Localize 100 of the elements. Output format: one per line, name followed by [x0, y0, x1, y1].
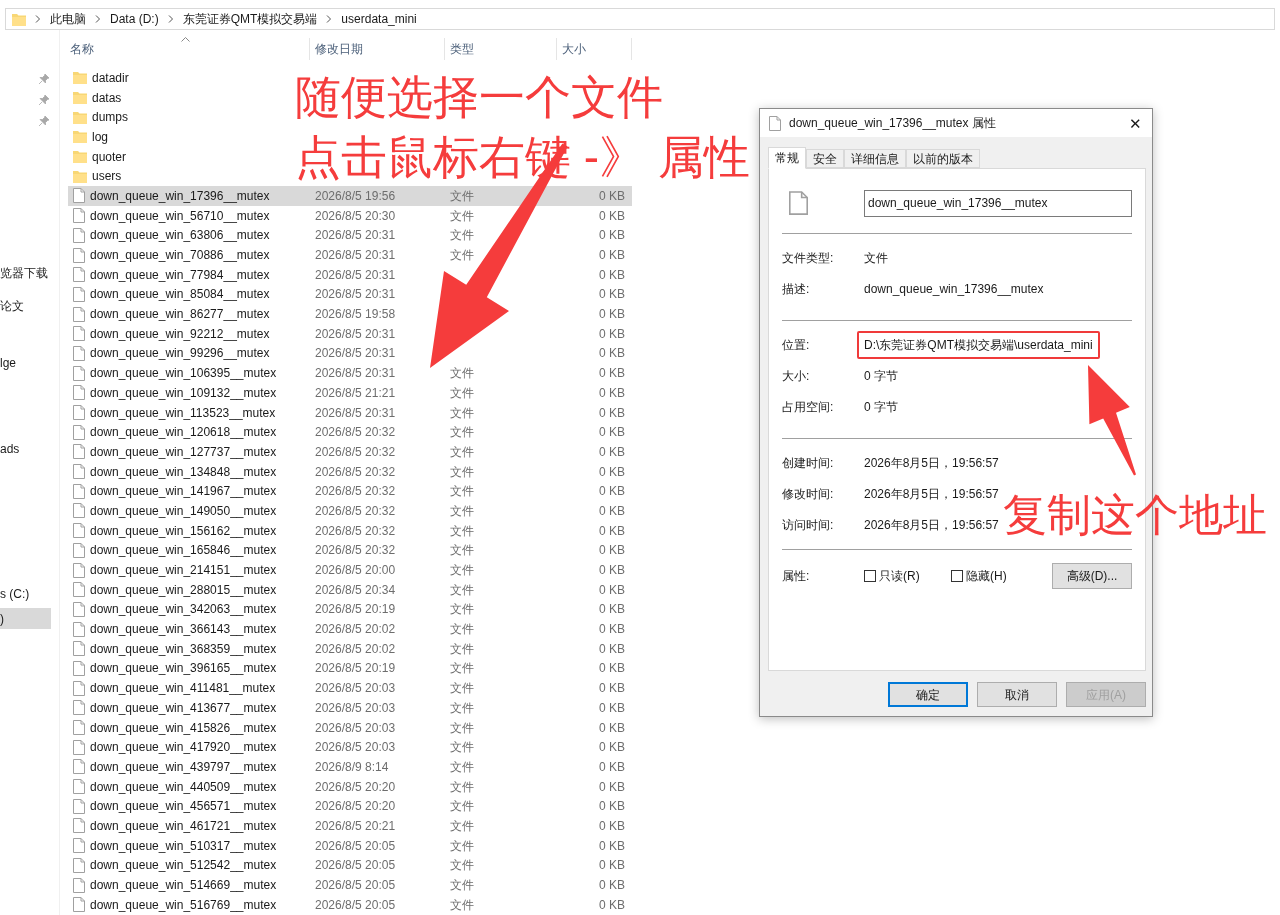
tab[interactable]: 详细信息	[844, 149, 906, 168]
file-row[interactable]: down_queue_win_440509__mutex 2026/8/5 20:20 文件 0 KB	[68, 776, 632, 797]
file-row[interactable]: dumps	[68, 107, 288, 128]
dialog-button[interactable]: 确定	[888, 682, 968, 707]
file-row[interactable]: down_queue_win_17396__mutex 2026/8/5 19:56 文件 0 KB	[68, 186, 632, 206]
file-row[interactable]: down_queue_win_99296__mutex 2026/8/5 20:31 0 KB	[68, 343, 632, 364]
file-type: 文件	[450, 681, 474, 696]
file-icon	[73, 227, 85, 243]
file-icon	[73, 582, 85, 598]
file-row[interactable]: down_queue_win_516769__mutex 2026/8/5 20:05 文件 0 KB	[68, 894, 632, 915]
checkbox[interactable]	[864, 569, 876, 582]
file-row[interactable]: down_queue_win_134848__mutex 2026/8/5 20:32 文件 0 KB	[68, 461, 632, 482]
file-name-field[interactable]: down_queue_win_17396__mutex	[864, 189, 1132, 217]
file-name: down_queue_win_214151__mutex	[90, 562, 277, 580]
file-name: down_queue_win_342063__mutex	[90, 601, 277, 619]
file-row[interactable]: log	[68, 127, 288, 147]
file-type: 文件	[450, 582, 474, 597]
file-row[interactable]: down_queue_win_63806__mutex 2026/8/5 20:31 文件 0 KB	[68, 225, 632, 246]
folder-icon	[73, 169, 87, 183]
sidebar-item[interactable]: s (C:)	[0, 583, 51, 604]
file-type: 文件	[450, 799, 474, 814]
pin-icon[interactable]	[39, 95, 49, 105]
file-row[interactable]: down_queue_win_86277__mutex 2026/8/5 19:58 0 KB	[68, 304, 632, 324]
sidebar-item[interactable]: 览器下载	[0, 262, 51, 283]
file-row[interactable]: down_queue_win_415826__mutex 2026/8/5 20:03 文件 0 KB	[68, 717, 632, 738]
column-header[interactable]: 名称	[68, 38, 310, 60]
tab[interactable]: 安全	[806, 149, 844, 168]
file-name: down_queue_win_417920__mutex	[90, 739, 277, 757]
pin-icon[interactable]	[39, 116, 49, 126]
file-row[interactable]: down_queue_win_417920__mutex 2026/8/5 20:03 文件 0 KB	[68, 737, 632, 758]
file-row[interactable]: down_queue_win_113523__mutex 2026/8/5 20:31 文件 0 KB	[68, 402, 632, 423]
file-size: 0 KB	[599, 581, 625, 599]
file-row[interactable]: down_queue_win_77984__mutex 2026/8/5 20:31 0 KB	[68, 264, 632, 285]
modified-date: 2026/8/5 20:30	[315, 208, 396, 223]
close-button[interactable]: ✕	[1129, 115, 1142, 131]
file-row[interactable]: down_queue_win_510317__mutex 2026/8/5 20:05 文件 0 KB	[68, 835, 632, 856]
file-row[interactable]: down_queue_win_288015__mutex 2026/8/5 20:34 文件 0 KB	[68, 579, 632, 600]
file-row[interactable]: down_queue_win_396165__mutex 2026/8/5 20:19 文件 0 KB	[68, 658, 632, 679]
breadcrumb[interactable]: 东莞证券QMT模拟交易端	[182, 10, 318, 28]
file-size: 0 KB	[599, 896, 625, 914]
file-size: 0 KB	[599, 817, 625, 835]
file-row[interactable]: users	[68, 166, 288, 187]
file-row[interactable]: down_queue_win_127737__mutex 2026/8/5 20:32 文件 0 KB	[68, 442, 632, 462]
breadcrumb[interactable]: 此电脑	[50, 10, 86, 28]
file-row[interactable]: down_queue_win_156162__mutex 2026/8/5 20:32 文件 0 KB	[68, 520, 632, 541]
sidebar-item[interactable]: 论文	[0, 295, 51, 316]
file-size: 0 KB	[599, 562, 625, 580]
sidebar-item[interactable]: )	[0, 608, 51, 629]
sidebar-item[interactable]: lge	[0, 352, 51, 373]
file-name: down_queue_win_396165__mutex	[90, 660, 277, 678]
checkbox-label[interactable]: 隐藏(H)	[966, 566, 1007, 585]
sidebar-item[interactable]: ads	[0, 438, 51, 459]
tab[interactable]: 常规	[768, 147, 806, 169]
file-row[interactable]: down_queue_win_165846__mutex 2026/8/5 20:32 文件 0 KB	[68, 540, 632, 561]
file-row[interactable]: down_queue_win_92212__mutex 2026/8/5 20:31 0 KB	[68, 323, 632, 344]
chevron-right-icon	[326, 15, 333, 23]
file-row[interactable]: down_queue_win_368359__mutex 2026/8/5 20:02 文件 0 KB	[68, 638, 632, 659]
file-row[interactable]: down_queue_win_456571__mutex 2026/8/5 20:20 文件 0 KB	[68, 796, 632, 817]
file-type: 文件	[450, 484, 474, 499]
modified-date: 2026/8/5 20:32	[315, 523, 396, 538]
file-row[interactable]: down_queue_win_413677__mutex 2026/8/5 20:03 文件 0 KB	[68, 698, 632, 718]
file-type: 文件	[450, 818, 474, 833]
file-row[interactable]: datas	[68, 87, 288, 108]
file-name: down_queue_win_56710__mutex	[90, 207, 270, 225]
column-header[interactable]: 修改日期	[310, 38, 445, 60]
file-row[interactable]: down_queue_win_366143__mutex 2026/8/5 20:02 文件 0 KB	[68, 619, 632, 639]
column-header[interactable]: 类型	[445, 38, 557, 60]
modified-date: 2026/8/5 20:03	[315, 720, 396, 735]
chevron-right-icon	[167, 15, 174, 23]
pin-icon[interactable]	[39, 74, 49, 84]
file-row[interactable]: down_queue_win_141967__mutex 2026/8/5 20:32 文件 0 KB	[68, 481, 632, 502]
file-row[interactable]: down_queue_win_214151__mutex 2026/8/5 20:00 文件 0 KB	[68, 560, 632, 580]
file-name: down_queue_win_134848__mutex	[90, 463, 277, 481]
file-row[interactable]: down_queue_win_85084__mutex 2026/8/5 20:31 0 KB	[68, 284, 632, 305]
file-row[interactable]: down_queue_win_56710__mutex 2026/8/5 20:30 文件 0 KB	[68, 205, 632, 226]
file-row[interactable]: quoter	[68, 146, 288, 167]
file-name: down_queue_win_510317__mutex	[90, 837, 277, 855]
address-bar[interactable]: 此电脑 Data (D:) 东莞证券QMT模拟交易端 userdata_mini	[5, 8, 1275, 30]
file-row[interactable]: down_queue_win_70886__mutex 2026/8/5 20:31 文件 0 KB	[68, 245, 632, 265]
file-row[interactable]: down_queue_win_514669__mutex 2026/8/5 20:05 文件 0 KB	[68, 875, 632, 895]
file-row[interactable]: down_queue_win_149050__mutex 2026/8/5 20:32 文件 0 KB	[68, 501, 632, 521]
file-row[interactable]: datadir	[68, 68, 288, 88]
checkbox-label[interactable]: 只读(R)	[879, 566, 920, 585]
file-row[interactable]: down_queue_win_461721__mutex 2026/8/5 20:21 文件 0 KB	[68, 816, 632, 836]
breadcrumb[interactable]: Data (D:)	[110, 10, 159, 28]
modified-date: 2026/8/5 20:32	[315, 444, 396, 459]
advanced-button[interactable]: 高级(D)...	[1052, 562, 1132, 589]
tab[interactable]: 以前的版本	[906, 149, 980, 168]
file-row[interactable]: down_queue_win_439797__mutex 2026/8/9 8:14 文件 0 KB	[68, 757, 632, 777]
file-row[interactable]: down_queue_win_512542__mutex 2026/8/5 20:05 文件 0 KB	[68, 855, 632, 876]
file-row[interactable]: down_queue_win_106395__mutex 2026/8/5 20:31 文件 0 KB	[68, 363, 632, 383]
property-value: 2026年8月5日，19:56:57	[864, 454, 999, 472]
file-row[interactable]: down_queue_win_120618__mutex 2026/8/5 20:32 文件 0 KB	[68, 422, 632, 443]
column-header[interactable]: 大小	[557, 38, 632, 60]
file-row[interactable]: down_queue_win_342063__mutex 2026/8/5 20:19 文件 0 KB	[68, 599, 632, 620]
dialog-button[interactable]: 取消	[977, 682, 1057, 707]
breadcrumb[interactable]: userdata_mini	[341, 10, 417, 28]
file-row[interactable]: down_queue_win_411481__mutex 2026/8/5 20:03 文件 0 KB	[68, 678, 632, 698]
checkbox[interactable]	[951, 569, 963, 582]
file-row[interactable]: down_queue_win_109132__mutex 2026/8/5 21:21 文件 0 KB	[68, 383, 632, 403]
